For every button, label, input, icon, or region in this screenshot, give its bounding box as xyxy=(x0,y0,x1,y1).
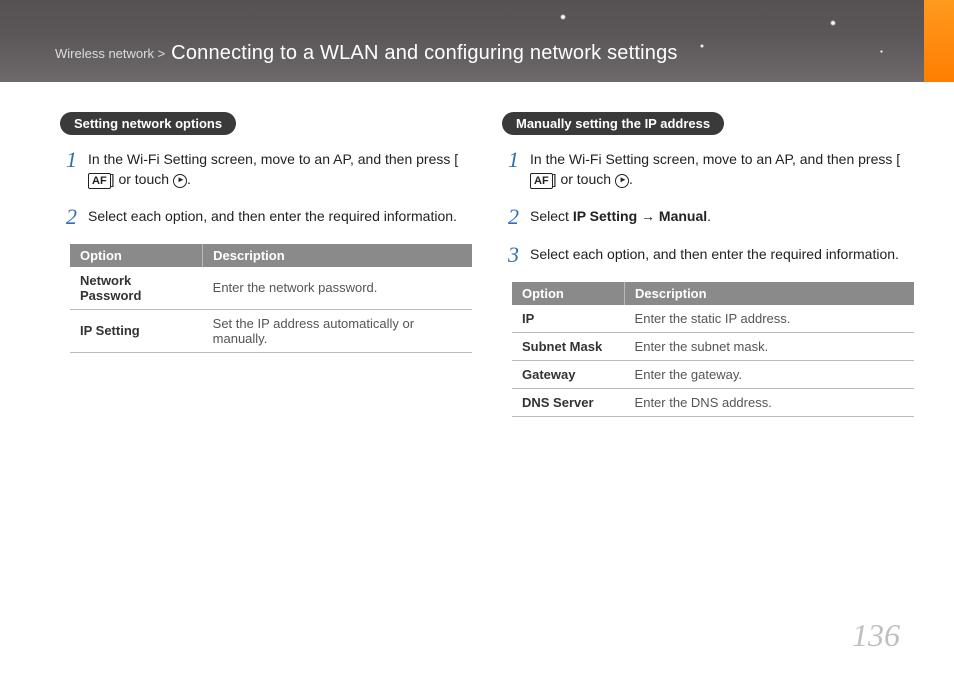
touch-icon xyxy=(173,174,187,188)
touch-icon xyxy=(615,174,629,188)
step-2-left: 2 Select each option, and then enter the… xyxy=(66,206,462,228)
sparkle-icon xyxy=(560,14,566,20)
cell-option: DNS Server xyxy=(512,388,625,416)
cell-desc: Set the IP address automatically or manu… xyxy=(203,309,472,352)
cell-desc: Enter the subnet mask. xyxy=(625,332,914,360)
af-icon: AF xyxy=(530,173,553,189)
options-table-left: Option Description Network Password Ente… xyxy=(70,244,472,353)
cell-option: IP Setting xyxy=(70,309,203,352)
column-right: Manually setting the IP address 1 In the… xyxy=(502,112,904,417)
step-text: In the Wi-Fi Setting screen, move to an … xyxy=(530,149,904,190)
orange-tab xyxy=(924,0,954,82)
page: Wireless network > Connecting to a WLAN … xyxy=(0,0,954,676)
cell-option: IP xyxy=(512,305,625,333)
body: Setting network options 1 In the Wi-Fi S… xyxy=(0,82,954,417)
text-fragment: In the Wi-Fi Setting screen, move to an … xyxy=(530,151,900,167)
text-fragment: ] or touch xyxy=(111,171,173,187)
section-pill-left: Setting network options xyxy=(60,112,236,135)
breadcrumb: Wireless network > xyxy=(55,46,165,61)
page-title: Connecting to a WLAN and configuring net… xyxy=(171,42,677,65)
step-text: In the Wi-Fi Setting screen, move to an … xyxy=(88,149,462,190)
table-header-row: Option Description xyxy=(512,282,914,305)
step-number: 2 xyxy=(508,206,526,228)
table-row: Subnet Mask Enter the subnet mask. xyxy=(512,332,914,360)
step-number: 3 xyxy=(508,244,526,266)
step-text: Select IP Setting → Manual. xyxy=(530,206,904,228)
header-description: Description xyxy=(203,244,472,267)
af-icon: AF xyxy=(88,173,111,189)
table-row: IP Setting Set the IP address automatica… xyxy=(70,309,472,352)
table-row: Network Password Enter the network passw… xyxy=(70,267,472,310)
step-2-right: 2 Select IP Setting → Manual. xyxy=(508,206,904,228)
text-bold: IP Setting xyxy=(573,208,637,224)
cell-option: Network Password xyxy=(70,267,203,310)
column-left: Setting network options 1 In the Wi-Fi S… xyxy=(60,112,462,417)
text-fragment: . xyxy=(707,208,711,224)
text-fragment: In the Wi-Fi Setting screen, move to an … xyxy=(88,151,458,167)
table-row: Gateway Enter the gateway. xyxy=(512,360,914,388)
header: Wireless network > Connecting to a WLAN … xyxy=(0,0,954,82)
page-number: 136 xyxy=(852,617,900,654)
step-1-left: 1 In the Wi-Fi Setting screen, move to a… xyxy=(66,149,462,190)
step-1-right: 1 In the Wi-Fi Setting screen, move to a… xyxy=(508,149,904,190)
table-row: DNS Server Enter the DNS address. xyxy=(512,388,914,416)
step-text: Select each option, and then enter the r… xyxy=(530,244,904,266)
text-fragment: . xyxy=(629,171,633,187)
text-bold: Manual xyxy=(659,208,707,224)
table-row: IP Enter the static IP address. xyxy=(512,305,914,333)
sparkle-icon xyxy=(880,50,883,53)
cell-option: Subnet Mask xyxy=(512,332,625,360)
sparkle-icon xyxy=(830,20,836,26)
table-header-row: Option Description xyxy=(70,244,472,267)
step-3-right: 3 Select each option, and then enter the… xyxy=(508,244,904,266)
header-option: Option xyxy=(70,244,203,267)
header-description: Description xyxy=(625,282,914,305)
text-fragment: Select xyxy=(530,208,573,224)
options-table-right: Option Description IP Enter the static I… xyxy=(512,282,914,417)
step-text: Select each option, and then enter the r… xyxy=(88,206,462,228)
text-fragment: . xyxy=(187,171,191,187)
cell-desc: Enter the DNS address. xyxy=(625,388,914,416)
sparkle-icon xyxy=(700,44,704,48)
cell-desc: Enter the gateway. xyxy=(625,360,914,388)
text-fragment: ] or touch xyxy=(553,171,615,187)
cell-option: Gateway xyxy=(512,360,625,388)
section-pill-right: Manually setting the IP address xyxy=(502,112,724,135)
step-number: 1 xyxy=(66,149,84,190)
step-number: 2 xyxy=(66,206,84,228)
cell-desc: Enter the network password. xyxy=(203,267,472,310)
text-fragment: → xyxy=(637,208,659,224)
cell-desc: Enter the static IP address. xyxy=(625,305,914,333)
step-number: 1 xyxy=(508,149,526,190)
header-option: Option xyxy=(512,282,625,305)
